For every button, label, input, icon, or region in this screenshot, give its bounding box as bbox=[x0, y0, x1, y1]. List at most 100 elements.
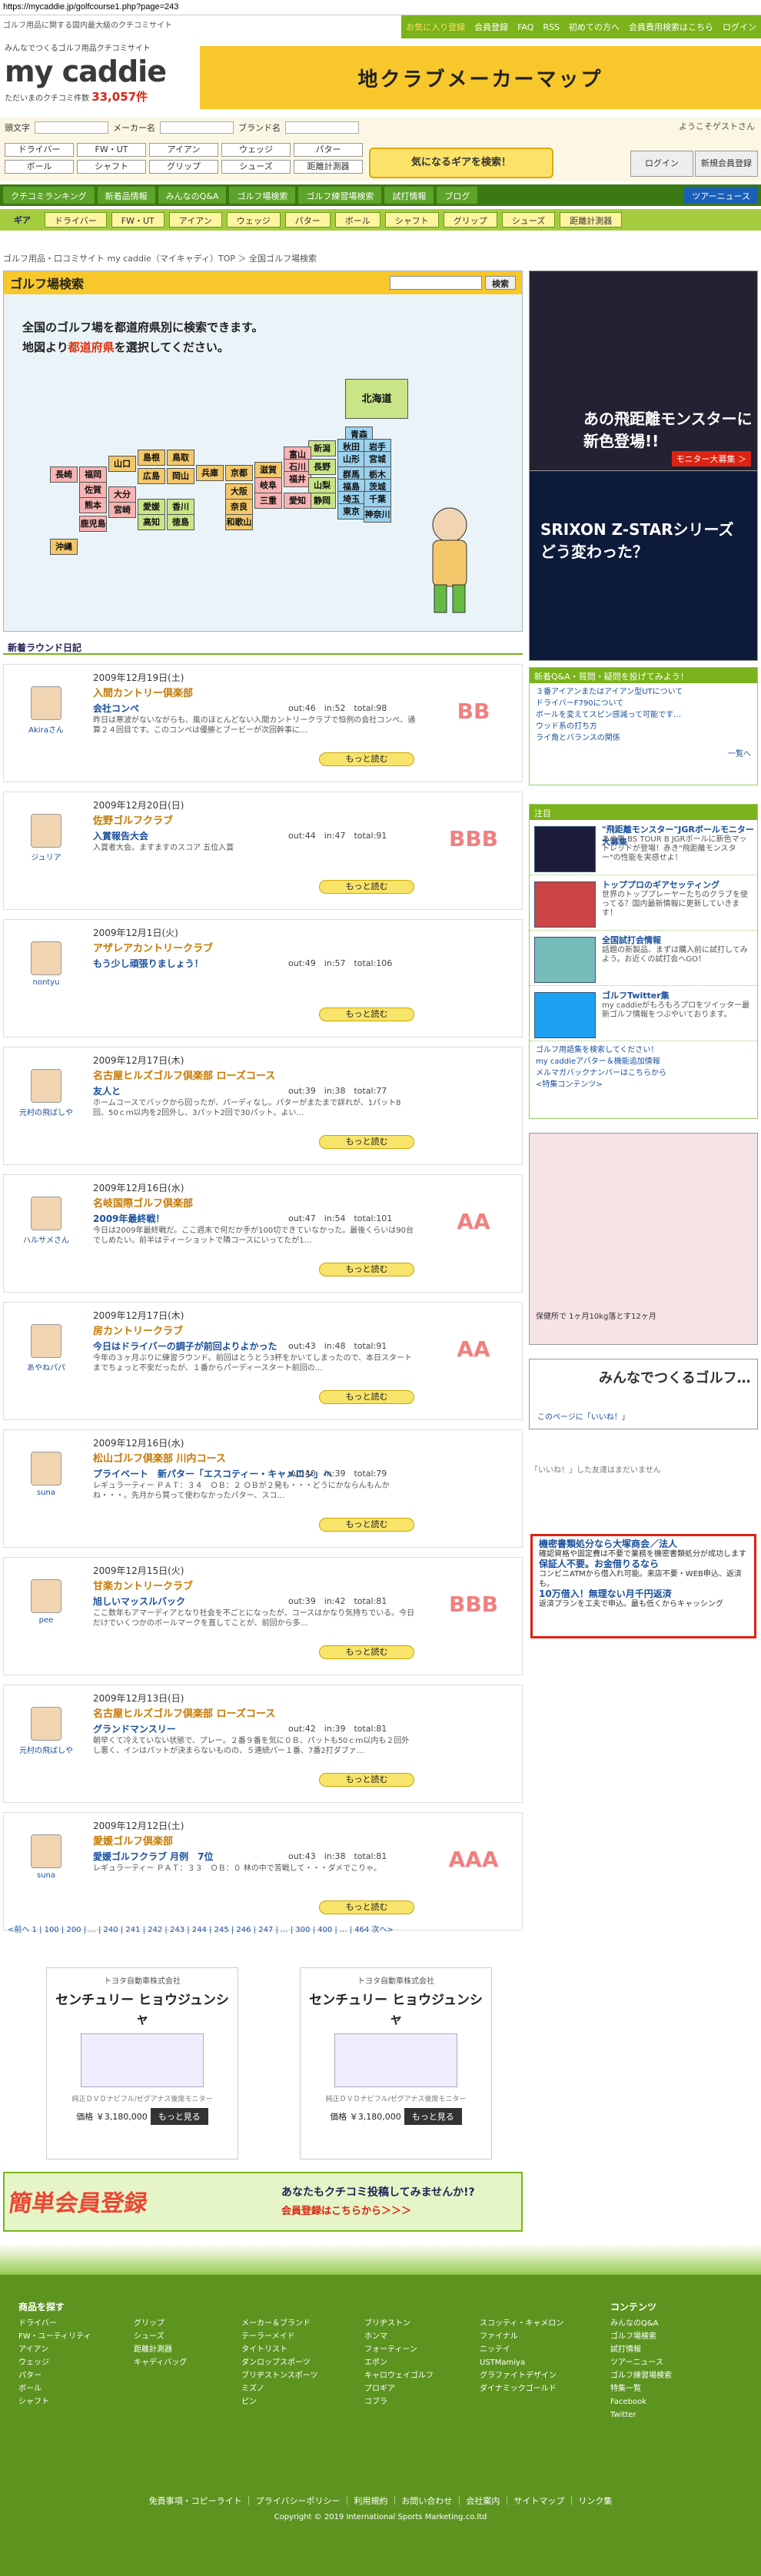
round-course[interactable]: 名岐国際ゴルフ倶楽部 bbox=[93, 1195, 193, 1210]
cnav-wedge[interactable]: ウェッジ bbox=[226, 212, 281, 227]
footer-link[interactable]: 特集一覧 bbox=[610, 2382, 710, 2395]
prefecture-31[interactable]: 鳥取 bbox=[167, 450, 194, 466]
round-course[interactable]: 名古屋ヒルズゴルフ倶楽部 ローズコース bbox=[93, 1067, 275, 1082]
prefecture-11[interactable]: 長野 bbox=[308, 459, 336, 475]
read-more-button[interactable]: もっと読む bbox=[319, 1007, 414, 1021]
prefecture-41[interactable]: 佐賀 bbox=[79, 482, 107, 498]
footer-link[interactable]: ピン bbox=[241, 2395, 349, 2408]
prefecture-32[interactable]: 島根 bbox=[138, 450, 165, 466]
cnav-rangefinder[interactable]: 距離計測器 bbox=[560, 212, 623, 227]
footer-link[interactable]: シャフト bbox=[18, 2395, 118, 2408]
footer-link[interactable]: ゴルフ練習場検索 bbox=[610, 2369, 710, 2382]
pick-item[interactable]: ゴルフTwitter集 my caddieがもろもろプロをツイッター最新ゴルフ情報… bbox=[530, 986, 757, 1041]
footer-link[interactable]: FW・ユーティリティ bbox=[18, 2330, 118, 2343]
header-banner[interactable]: 地クラブメーカーマップ bbox=[200, 46, 761, 109]
sidebar-ad-srixon[interactable]: SRIXON Z-STARシリーズ どう変わった？ bbox=[529, 470, 758, 661]
user-name[interactable]: ハルサメさん bbox=[10, 1233, 82, 1245]
footer-link[interactable]: パター bbox=[18, 2369, 118, 2382]
round-title[interactable]: 旭しいマッスルバック bbox=[93, 1595, 185, 1608]
user-name[interactable]: pee bbox=[10, 1616, 82, 1625]
user-name[interactable]: nontyu bbox=[10, 978, 82, 987]
cnav-shoes[interactable]: シューズ bbox=[501, 212, 556, 227]
round-course[interactable]: 入間カントリー倶楽部 bbox=[93, 685, 193, 699]
prefecture-35[interactable]: 山口 bbox=[108, 456, 136, 472]
prefecture-42[interactable]: 長崎 bbox=[50, 466, 78, 483]
footer-link[interactable]: ゴルフ場検索 bbox=[610, 2330, 710, 2343]
footer-link[interactable]: キャディバッグ bbox=[134, 2356, 226, 2369]
footer-link[interactable]: プロギア bbox=[364, 2382, 464, 2395]
prefecture-16[interactable]: 岐阜 bbox=[254, 477, 282, 493]
prefecture-44[interactable]: 大分 bbox=[108, 486, 136, 503]
footer-link[interactable]: ダンロップスポーツ bbox=[241, 2356, 349, 2369]
sidebar-ad-ball[interactable]: あの飛距離モンスターに新色登場!! モニター大募集 ＞ bbox=[529, 271, 758, 472]
read-more-button[interactable]: もっと読む bbox=[319, 1900, 414, 1914]
footer-link[interactable]: シューズ bbox=[134, 2330, 226, 2343]
footer-link[interactable]: アイアン bbox=[18, 2343, 118, 2356]
prefecture-38[interactable]: 愛媛 bbox=[138, 499, 165, 515]
topnav-rss[interactable]: RSS bbox=[543, 22, 560, 32]
prefecture-43[interactable]: 熊本 bbox=[79, 497, 107, 513]
footer-link[interactable]: フォーティーン bbox=[364, 2343, 464, 2356]
prefecture-30[interactable]: 兵庫 bbox=[196, 465, 224, 481]
sidebar-text-ads[interactable]: 機密書類処分なら大塚商会／法人 確認資格や固定費は不要で業務を機密書類処分が成功し… bbox=[530, 1534, 756, 1638]
prefecture-29[interactable]: 和歌山 bbox=[225, 514, 253, 530]
user-avatar[interactable]: suna bbox=[10, 1436, 82, 1536]
sidebar-ad-diet[interactable]: 保健所で 1ヶ月10kg落とす12ヶ月 bbox=[529, 1133, 758, 1345]
ad-more-button[interactable]: もっと見る bbox=[404, 2108, 462, 2125]
footer-link[interactable]: スコッティ・キャメロン bbox=[480, 2317, 595, 2330]
prefecture-5[interactable]: 山形 bbox=[337, 451, 365, 467]
user-avatar[interactable]: nontyu bbox=[10, 926, 82, 1026]
find-gear-button[interactable]: 気になるギアを検索！ bbox=[369, 148, 553, 178]
gnav-new[interactable]: 新着品情報 bbox=[97, 187, 155, 204]
prefecture-22[interactable]: 静岡 bbox=[308, 493, 336, 509]
footer-link[interactable]: 試打情報 bbox=[610, 2343, 710, 2356]
round-course[interactable]: 松山ゴルフ倶楽部 川内コース bbox=[93, 1450, 226, 1465]
user-avatar[interactable]: ハルサメさん bbox=[10, 1181, 82, 1281]
car-ad[interactable]: トヨタ自動車株式会社 センチュリー ヒョウジュンシャ 純正ＤＶＤナビフル/ゼグア… bbox=[46, 1967, 238, 2159]
round-title[interactable]: 2009年最終戦！ bbox=[93, 1212, 164, 1225]
prefecture-47[interactable]: 沖縄 bbox=[50, 539, 78, 555]
ad-more-button[interactable]: もっと見る bbox=[150, 2108, 208, 2125]
topnav-faq[interactable]: FAQ bbox=[517, 22, 533, 32]
prefecture-45[interactable]: 宮崎 bbox=[108, 502, 136, 518]
round-title[interactable]: 愛媛ゴルフクラブ 月例 7位 bbox=[93, 1850, 214, 1863]
footer-link[interactable]: 距離計測器 bbox=[134, 2343, 226, 2356]
prefecture-28[interactable]: 大阪 bbox=[225, 483, 253, 500]
cnav-driver[interactable]: ドライバー bbox=[45, 212, 107, 227]
prefecture-39[interactable]: 高知 bbox=[138, 514, 165, 530]
footer-link[interactable]: みんなのQ&A bbox=[610, 2317, 710, 2330]
round-course[interactable]: 甘楽カントリークラブ bbox=[93, 1578, 193, 1592]
chip-fw-ut[interactable]: FW・UT bbox=[77, 143, 146, 157]
sidebar-link[interactable]: ゴルフ用語集を検索してください！ bbox=[536, 1044, 751, 1056]
chip-driver[interactable]: ドライバー bbox=[5, 143, 74, 157]
prefecture-46[interactable]: 鹿児島 bbox=[79, 516, 107, 532]
footer-link[interactable]: Twitter bbox=[610, 2408, 710, 2422]
footer-link[interactable]: ツアーニュース bbox=[610, 2356, 710, 2369]
footer-link[interactable]: ホンマ bbox=[364, 2330, 464, 2343]
footer-link[interactable]: コブラ bbox=[364, 2395, 464, 2408]
footer-link[interactable]: グラファイトデザイン bbox=[480, 2369, 595, 2382]
user-name[interactable]: あやねパパ bbox=[10, 1361, 82, 1373]
read-more-button[interactable]: もっと読む bbox=[319, 752, 414, 766]
prefecture-17[interactable]: 山梨 bbox=[308, 477, 336, 493]
gnav-trial[interactable]: 試打情報 bbox=[384, 187, 434, 204]
user-name[interactable]: suna bbox=[10, 1489, 82, 1497]
user-name[interactable]: Akiraさん bbox=[10, 723, 82, 735]
chip-iron[interactable]: アイアン bbox=[149, 143, 218, 157]
topnav-first[interactable]: 初めての方へ bbox=[569, 21, 620, 33]
sidebar-link[interactable]: my caddieアバター＆機能追加情報 bbox=[536, 1056, 751, 1067]
round-title[interactable]: グランドマンスリー bbox=[93, 1722, 176, 1735]
prefecture-7[interactable]: 新潟 bbox=[308, 440, 336, 456]
facebook-like-link[interactable]: このページに「いいね！」 bbox=[537, 1410, 630, 1422]
topnav-fee[interactable]: 会員費用検索はこちら bbox=[629, 21, 713, 33]
footer-link[interactable]: エポン bbox=[364, 2356, 464, 2369]
prefecture-40[interactable]: 福岡 bbox=[79, 466, 107, 483]
footer-link[interactable]: ダイナミックゴールド bbox=[480, 2382, 595, 2395]
chip-putter[interactable]: パター bbox=[294, 143, 363, 157]
read-more-button[interactable]: もっと読む bbox=[319, 1390, 414, 1404]
footer-links[interactable]: 免責事項・コピーライト ｜ プライバシーポリシー ｜ 利用規約 ｜ お問い合わせ… bbox=[0, 2495, 761, 2507]
prefecture-6[interactable]: 宮城 bbox=[364, 451, 391, 467]
round-course[interactable]: アザレアカントリークラブ bbox=[93, 940, 213, 954]
footer-link[interactable]: ボール bbox=[18, 2382, 118, 2395]
user-name[interactable]: 元村の飛ばしや bbox=[10, 1744, 82, 1755]
